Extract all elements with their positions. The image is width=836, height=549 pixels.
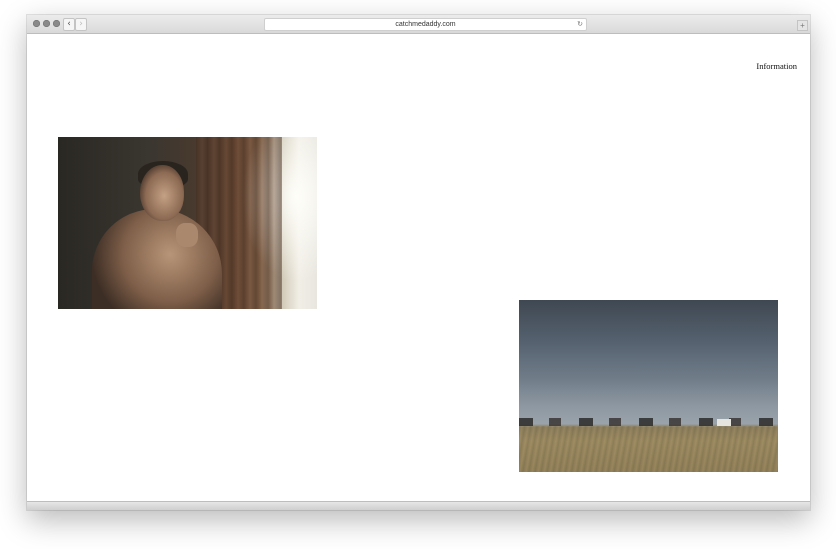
figure-head-shape: [140, 165, 184, 221]
page-content: Information: [27, 34, 810, 502]
figure-hand-shape: [176, 223, 198, 247]
browser-window: ‹ › catchmedaddy.com ↻ + Information: [27, 15, 810, 510]
zoom-window-button[interactable]: [53, 20, 60, 27]
chevron-left-icon: ‹: [67, 19, 71, 29]
browser-toolbar: ‹ › catchmedaddy.com ↻ +: [27, 15, 810, 34]
chevron-right-icon: ›: [79, 19, 83, 29]
screenshot-stage: ‹ › catchmedaddy.com ↻ + Information: [0, 0, 836, 549]
information-link[interactable]: Information: [756, 61, 797, 71]
minimize-window-button[interactable]: [43, 20, 50, 27]
url-text: catchmedaddy.com: [395, 21, 456, 28]
new-tab-button[interactable]: +: [797, 20, 808, 31]
photo-portrait-window[interactable]: [58, 137, 317, 309]
close-window-button[interactable]: [33, 20, 40, 27]
back-button[interactable]: ‹: [63, 18, 75, 31]
horizon-houses-shape: [519, 418, 778, 426]
browser-bottom-bar: [27, 501, 810, 510]
grass-field-shape: [519, 426, 778, 472]
white-house-shape: [717, 419, 731, 426]
plus-icon: +: [800, 21, 805, 30]
reload-icon[interactable]: ↻: [577, 19, 583, 30]
photo-landscape-field[interactable]: [519, 300, 778, 472]
forward-button[interactable]: ›: [75, 18, 87, 31]
address-bar[interactable]: catchmedaddy.com ↻: [264, 18, 587, 31]
